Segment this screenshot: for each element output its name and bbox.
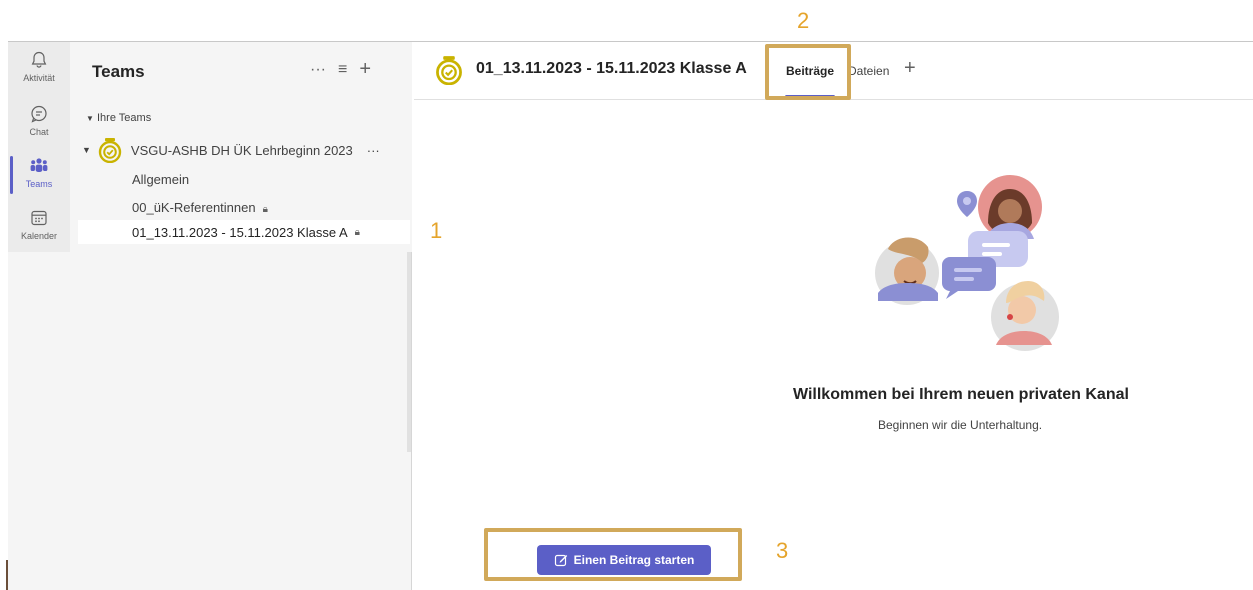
your-teams-header[interactable]: ▼ Ihre Teams <box>86 112 151 124</box>
channel-label: 01_13.11.2023 - 15.11.2023 Klasse A <box>132 224 348 240</box>
annotation-number-2: 2 <box>797 8 810 33</box>
tab-dateien[interactable]: Dateien <box>848 64 889 78</box>
channel-item-allgemein[interactable]: Allgemein <box>132 172 189 187</box>
rail-item-teams[interactable]: Teams <box>8 150 70 202</box>
rail-item-label: Aktivität <box>23 73 55 83</box>
team-item[interactable]: ▼ VSGU-ASHB DH ÜK Lehrbeginn 2023 ··· <box>82 136 402 164</box>
channel-title: 01_13.11.2023 - 15.11.2023 Klasse A <box>476 60 747 77</box>
your-teams-label: Ihre Teams <box>96 112 152 124</box>
team-name: VSGU-ASHB DH ÜK Lehrbeginn 2023 <box>130 142 353 158</box>
rail-item-chat[interactable]: Chat <box>8 98 70 150</box>
rail-item-label: Teams <box>25 179 53 189</box>
sidebar-scroll-shade <box>407 252 411 452</box>
annotation-number-3: 3 <box>776 538 789 563</box>
team-logo-icon <box>436 56 462 85</box>
rail-item-activity[interactable]: Aktivität <box>8 44 70 96</box>
welcome-title: Willkommen bei Ihrem neuen privaten Kana… <box>793 386 1129 403</box>
teams-icon <box>30 158 48 172</box>
create-team-button[interactable]: + <box>359 58 371 81</box>
annotation-box-post-button <box>484 528 742 581</box>
rail-item-label: Chat <box>29 127 49 137</box>
channel-label: Allgemein <box>132 172 190 187</box>
calendar-icon <box>31 210 47 226</box>
welcome-illustration <box>875 175 1059 351</box>
welcome-subtitle: Beginnen wir die Unterhaltung. <box>878 418 1043 432</box>
caret-down-icon: ▼ <box>86 114 94 123</box>
sidebar-title: Teams <box>92 62 145 81</box>
more-options-button[interactable]: ··· <box>310 61 326 79</box>
bell-icon <box>31 51 47 68</box>
lock-icon: 🔒︎ <box>262 204 268 215</box>
top-strip <box>0 0 1253 42</box>
team-logo-icon <box>98 138 122 163</box>
left-edge <box>0 42 8 590</box>
sidebar-actions: ··· ≡ + <box>310 58 371 81</box>
team-more-button[interactable]: ··· <box>367 143 380 158</box>
annotation-box-tabs <box>765 44 851 100</box>
sidebar-empty-area <box>8 252 412 590</box>
channel-item-referentinnen[interactable]: 00_üK-Referentinnen 🔒︎ <box>132 200 268 215</box>
add-tab-button[interactable]: + <box>904 57 916 80</box>
channel-item-klasse-a[interactable]: 01_13.11.2023 - 15.11.2023 Klasse A 🔒︎ <box>78 220 410 244</box>
lock-icon: 🔒︎ <box>354 226 360 238</box>
annotation-number-1: 1 <box>430 218 443 243</box>
teams-window: Aktivität Chat Teams Kalender Teams ··· … <box>0 0 1253 590</box>
caret-down-icon: ▼ <box>82 145 91 155</box>
teams-sidebar: Teams ··· ≡ + ▼ Ihre Teams ▼ VSGU-ASHB D… <box>70 42 412 252</box>
channel-label: 00_üK-Referentinnen <box>132 200 256 215</box>
rail-item-label: Kalender <box>20 231 58 241</box>
chat-icon <box>31 105 47 123</box>
filter-button[interactable]: ≡ <box>338 61 347 79</box>
rail-item-calendar[interactable]: Kalender <box>8 202 70 254</box>
app-rail: Aktivität Chat Teams Kalender <box>8 42 70 252</box>
